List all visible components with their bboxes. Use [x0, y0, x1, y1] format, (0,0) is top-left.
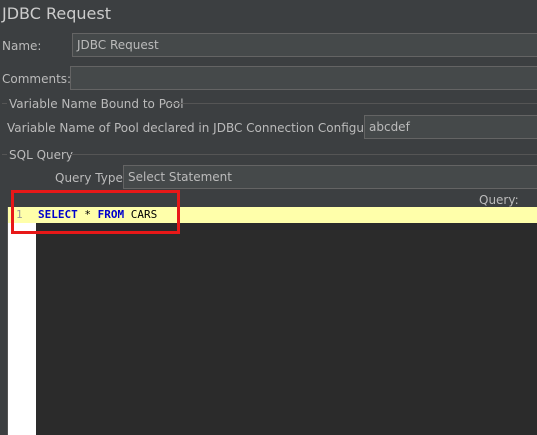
panel-title: JDBC Request	[2, 4, 111, 23]
sql-section-border-right	[70, 154, 537, 155]
comments-field[interactable]	[70, 66, 537, 90]
query-label: Query:	[479, 193, 519, 207]
pool-section-border-right	[170, 103, 537, 104]
query-type-select[interactable]: Select Statement	[123, 165, 537, 189]
comments-label: Comments:	[2, 72, 72, 86]
name-label: Name:	[2, 39, 42, 53]
sql-section-title: SQL Query	[9, 148, 74, 162]
pool-variable-field[interactable]: abcdef	[364, 115, 537, 139]
pool-variable-label: Variable Name of Pool declared in JDBC C…	[7, 121, 404, 135]
sql-query-editor[interactable]	[7, 207, 537, 435]
annotation-highlight-box	[11, 190, 180, 234]
pool-section-title: Variable Name Bound to Pool	[9, 97, 184, 111]
name-field[interactable]: JDBC Request	[72, 33, 537, 57]
pool-section-border-left	[2, 103, 7, 104]
sql-section-border-left	[2, 154, 7, 155]
query-type-label: Query Type:	[55, 171, 127, 185]
line-number-gutter	[8, 207, 36, 435]
